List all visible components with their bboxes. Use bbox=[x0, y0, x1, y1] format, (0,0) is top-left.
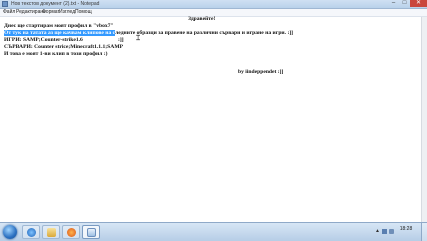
taskbar-media-button[interactable] bbox=[62, 225, 80, 239]
taskbar-explorer-button[interactable] bbox=[42, 225, 60, 239]
text-editor[interactable]: Здравейте! Днес ще стартирам моят профил… bbox=[0, 16, 421, 222]
menu-file[interactable]: Файл bbox=[3, 9, 15, 16]
title-bar[interactable]: Нов текстов документ (2).txt - Notepad –… bbox=[0, 0, 427, 9]
menu-format[interactable]: Формат bbox=[42, 9, 60, 16]
folder-icon bbox=[47, 228, 56, 237]
clock-time: 18:28 bbox=[399, 226, 413, 232]
taskbar: ▲ 18:28 bbox=[0, 222, 427, 241]
minimize-button[interactable]: – bbox=[388, 0, 399, 7]
doc-line-2: От тук на татата аз ще качвам клипове на… bbox=[4, 30, 293, 37]
close-button[interactable]: ✕ bbox=[410, 0, 427, 7]
media-icon bbox=[67, 228, 76, 237]
notepad-app-icon bbox=[2, 1, 8, 7]
start-button[interactable] bbox=[3, 225, 17, 239]
text-selection: От тук на татата аз ще качвам клипове на… bbox=[4, 30, 116, 36]
window-title: Нов текстов документ (2).txt - Notepad bbox=[11, 1, 100, 7]
doc-line-3: ИГРИ: SAMP;Counter-strike1.6 bbox=[4, 37, 83, 43]
doc-signature: by iindeppendet :]] bbox=[238, 69, 284, 75]
menu-help[interactable]: Помощ bbox=[75, 9, 92, 16]
doc-line-4: СЪРВАРИ: Counter strice;Minecraft1.1.1;S… bbox=[4, 44, 124, 50]
vertical-scrollbar[interactable] bbox=[421, 17, 427, 222]
tray-arrow-icon[interactable]: ▲ bbox=[375, 229, 380, 234]
mouse-cursor-icon: ⌶ bbox=[136, 34, 141, 42]
notepad-icon bbox=[87, 228, 96, 237]
maximize-button[interactable]: □ bbox=[399, 0, 410, 7]
notepad-window: Нов текстов документ (2).txt - Notepad –… bbox=[0, 0, 427, 222]
menu-view[interactable]: Изглед bbox=[59, 9, 75, 16]
volume-icon[interactable] bbox=[389, 229, 394, 234]
taskbar-notepad-button[interactable] bbox=[82, 225, 100, 239]
ie-icon bbox=[27, 228, 36, 237]
doc-line-5: И това е моят 1-ви клип в този профил :) bbox=[4, 51, 108, 57]
doc-heading: Здравейте! bbox=[188, 16, 216, 22]
network-icon[interactable] bbox=[382, 229, 387, 234]
doc-line-1: Днес ще стартирам моят профил в "vbox7" bbox=[4, 23, 114, 29]
taskbar-ie-button[interactable] bbox=[22, 225, 40, 239]
doc-line-3-tail: :]] bbox=[118, 37, 124, 43]
show-desktop-button[interactable] bbox=[421, 223, 427, 241]
taskbar-clock[interactable]: 18:28 bbox=[395, 226, 417, 232]
doc-line-2-rest: ледните образци за правене на различни с… bbox=[115, 30, 294, 36]
